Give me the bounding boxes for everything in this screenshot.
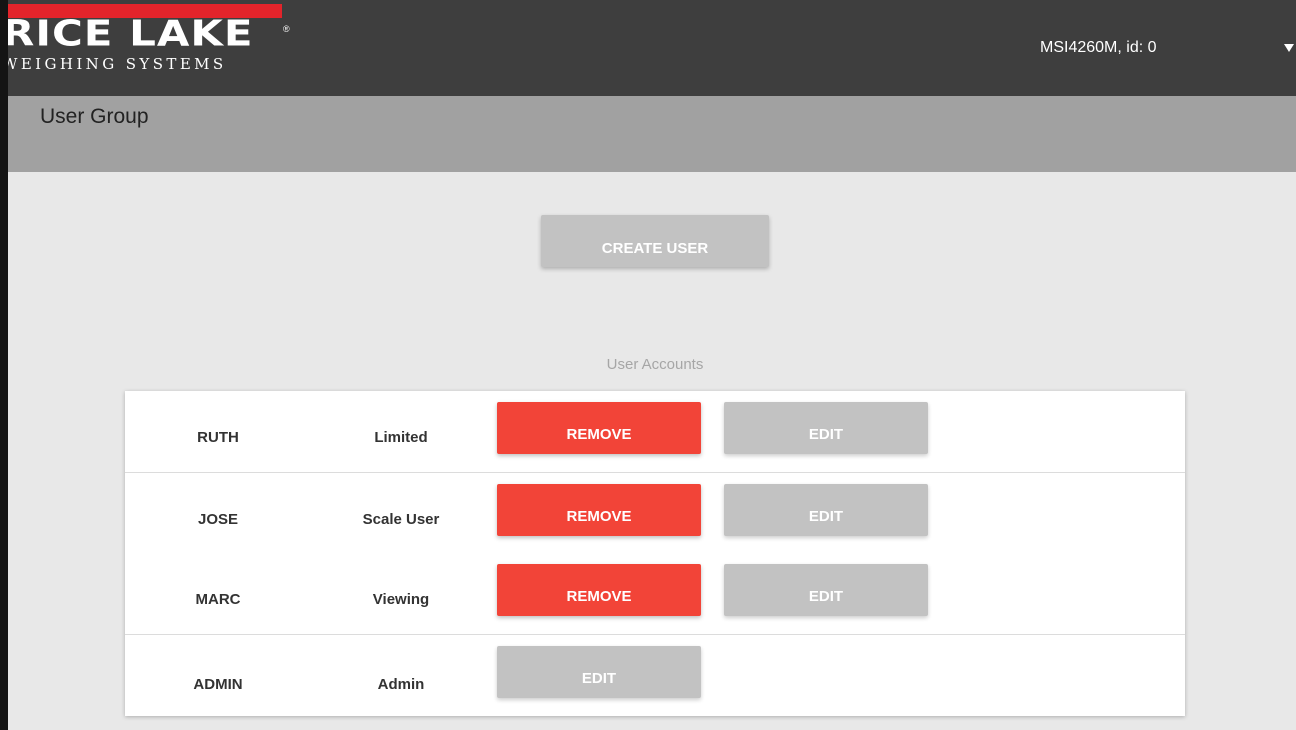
edit-user-button[interactable]: EDIT bbox=[724, 484, 928, 536]
page-title-bar bbox=[8, 96, 1296, 172]
row-divider bbox=[125, 634, 1185, 635]
page-title: User Group bbox=[40, 105, 149, 128]
top-header: RICE LAKE ® WEIGHING SYSTEMS MSI4260M, i… bbox=[0, 0, 1296, 96]
create-user-button[interactable]: CREATE USER bbox=[541, 215, 769, 267]
remove-user-button[interactable]: REMOVE bbox=[497, 564, 701, 616]
user-accounts-heading: User Accounts bbox=[606, 356, 704, 373]
caret-down-icon[interactable] bbox=[1284, 44, 1294, 52]
logo-main-text: RICE LAKE bbox=[2, 12, 254, 54]
logo-registered-mark: ® bbox=[283, 24, 290, 34]
user-name: ADMIN bbox=[193, 676, 243, 693]
row-divider bbox=[125, 472, 1185, 473]
user-name: MARC bbox=[195, 591, 241, 608]
user-name: JOSE bbox=[197, 511, 239, 528]
edit-user-button[interactable]: EDIT bbox=[724, 402, 928, 454]
window-left-border bbox=[0, 0, 8, 730]
user-role: Admin bbox=[377, 676, 425, 693]
logo-sub-text: WEIGHING SYSTEMS bbox=[2, 55, 227, 73]
remove-user-button[interactable]: REMOVE bbox=[497, 484, 701, 536]
edit-user-button[interactable]: EDIT bbox=[497, 646, 701, 698]
user-role: Viewing bbox=[372, 591, 430, 608]
user-role: Limited bbox=[374, 429, 428, 446]
user-name: RUTH bbox=[197, 429, 239, 446]
app-window: RICE LAKE ® WEIGHING SYSTEMS MSI4260M, i… bbox=[0, 0, 1296, 730]
remove-user-button[interactable]: REMOVE bbox=[497, 402, 701, 454]
user-role: Scale User bbox=[362, 511, 440, 528]
rice-lake-logo: RICE LAKE ® WEIGHING SYSTEMS bbox=[0, 0, 290, 96]
edit-user-button[interactable]: EDIT bbox=[724, 564, 928, 616]
device-id-label[interactable]: MSI4260M, id: 0 bbox=[1040, 38, 1157, 58]
